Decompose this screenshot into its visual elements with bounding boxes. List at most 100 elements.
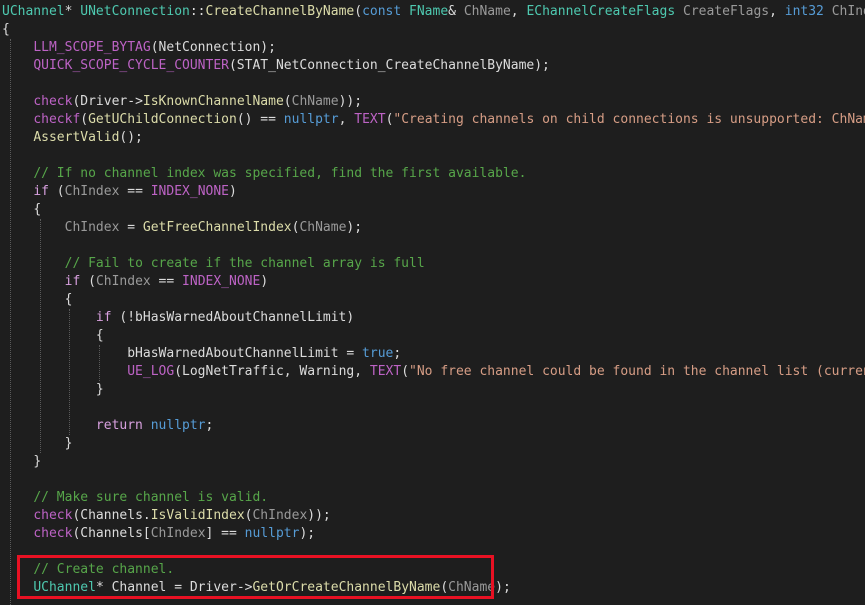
code-token: } xyxy=(95,382,104,397)
code-line[interactable]: { xyxy=(2,291,73,309)
code-token: (STAT_NetConnection_CreateChannelByName)… xyxy=(228,58,550,73)
code-token: // Fail to create if the channel array i… xyxy=(64,256,425,271)
code-token: ChName xyxy=(291,94,339,109)
code-token: , xyxy=(338,112,355,127)
code-line[interactable]: // Make sure channel is valid. xyxy=(2,489,268,507)
code-token: (Channels[ xyxy=(72,526,151,541)
code-token: ChIndex xyxy=(831,4,865,19)
code-line[interactable]: { xyxy=(2,327,104,345)
code-line[interactable]: check(Channels[ChIndex] == nullptr); xyxy=(2,525,315,543)
code-token: ( xyxy=(48,184,65,199)
code-line[interactable]: // Fail to create if the channel array i… xyxy=(2,255,425,273)
code-token: } xyxy=(64,436,73,451)
code-token: )); xyxy=(307,508,331,523)
code-line[interactable]: check(Channels.IsValidIndex(ChIndex)); xyxy=(2,507,331,525)
code-line[interactable]: return nullptr; xyxy=(2,417,213,435)
code-token: ChName xyxy=(463,4,511,19)
code-token: ChIndex xyxy=(150,526,206,541)
code-line[interactable]: { xyxy=(2,21,10,39)
code-token: & xyxy=(448,4,464,19)
code-line[interactable]: check(Driver->IsKnownChannelName(ChName)… xyxy=(2,93,362,111)
code-line[interactable]: checkf(GetUChildConnection() == nullptr,… xyxy=(2,111,865,129)
code-line[interactable]: if (ChIndex == INDEX_NONE) xyxy=(2,273,269,291)
code-token: UChannel xyxy=(2,4,65,19)
code-token: nullptr xyxy=(283,112,339,127)
code-token: check xyxy=(33,526,73,541)
code-line[interactable]: UChannel* UNetConnection::CreateChannelB… xyxy=(2,3,865,21)
code-token: ); xyxy=(299,526,316,541)
code-line[interactable]: } xyxy=(2,453,41,471)
code-token: ( xyxy=(401,364,410,379)
code-token: { xyxy=(33,202,42,217)
code-token: ) xyxy=(229,184,237,199)
code-token: true xyxy=(362,346,394,361)
code-token: ChName xyxy=(299,220,347,235)
code-token: ChIndex xyxy=(64,220,120,235)
code-token: ( xyxy=(80,274,96,289)
code-line[interactable]: UE_LOG(LogNetTraffic, Warning, TEXT("No … xyxy=(2,363,865,381)
code-line[interactable]: bHasWarnedAboutChannelLimit = true; xyxy=(2,345,401,363)
code-token: if xyxy=(95,310,112,325)
code-token: GetUChildConnection xyxy=(88,112,237,127)
code-token: CreateFlags xyxy=(683,4,770,19)
code-token: { xyxy=(2,22,10,37)
code-line[interactable]: // If no channel index was specified, fi… xyxy=(2,165,526,183)
code-token: FName xyxy=(409,4,449,19)
code-token: LLM_SCOPE_BYTAG xyxy=(33,40,151,55)
code-line[interactable]: { xyxy=(2,201,41,219)
code-token: QUICK_SCOPE_CYCLE_COUNTER xyxy=(33,58,229,73)
code-line[interactable]: QUICK_SCOPE_CYCLE_COUNTER(STAT_NetConnec… xyxy=(2,57,550,75)
code-token: checkf xyxy=(33,112,81,127)
code-token: ] == xyxy=(205,526,245,541)
code-token: IsKnownChannelName xyxy=(142,94,284,109)
code-token: ) xyxy=(260,274,269,289)
code-token: if xyxy=(64,274,81,289)
code-line[interactable]: if (ChIndex == INDEX_NONE) xyxy=(2,183,237,201)
code-token: ); xyxy=(346,220,363,235)
code-token: { xyxy=(95,328,104,343)
code-token: return xyxy=(95,418,143,433)
code-token: ChIndex xyxy=(64,184,120,199)
code-token: UNetConnection xyxy=(80,4,190,19)
code-token: // If no channel index was specified, fi… xyxy=(33,166,527,181)
code-line[interactable]: AssertValid(); xyxy=(2,129,143,147)
code-token: nullptr xyxy=(150,418,206,433)
code-line[interactable]: } xyxy=(2,435,73,453)
code-token: nullptr xyxy=(244,526,300,541)
code-line[interactable]: } xyxy=(2,381,104,399)
code-token: ); xyxy=(495,580,511,595)
code-token: check xyxy=(33,508,73,523)
code-token: ChIndex xyxy=(252,508,308,523)
code-token: ( xyxy=(354,4,363,19)
code-token: (NetConnection); xyxy=(150,40,276,55)
code-line[interactable]: LLM_SCOPE_BYTAG(NetConnection); xyxy=(2,39,276,57)
code-editor[interactable]: UChannel* UNetConnection::CreateChannelB… xyxy=(0,0,865,605)
code-token: (!bHasWarnedAboutChannelLimit) xyxy=(111,310,355,325)
code-token: TEXT xyxy=(369,364,402,379)
code-line[interactable]: ChIndex = GetFreeChannelIndex(ChName); xyxy=(2,219,362,237)
code-line[interactable]: if (!bHasWarnedAboutChannelLimit) xyxy=(2,309,354,327)
code-token: , xyxy=(510,4,527,19)
code-token: = xyxy=(119,220,143,235)
code-token: AssertValid xyxy=(33,130,120,145)
code-token: ( xyxy=(80,112,89,127)
code-token: GetFreeChannelIndex xyxy=(142,220,292,235)
code-token: CreateChannelByName xyxy=(205,4,355,19)
